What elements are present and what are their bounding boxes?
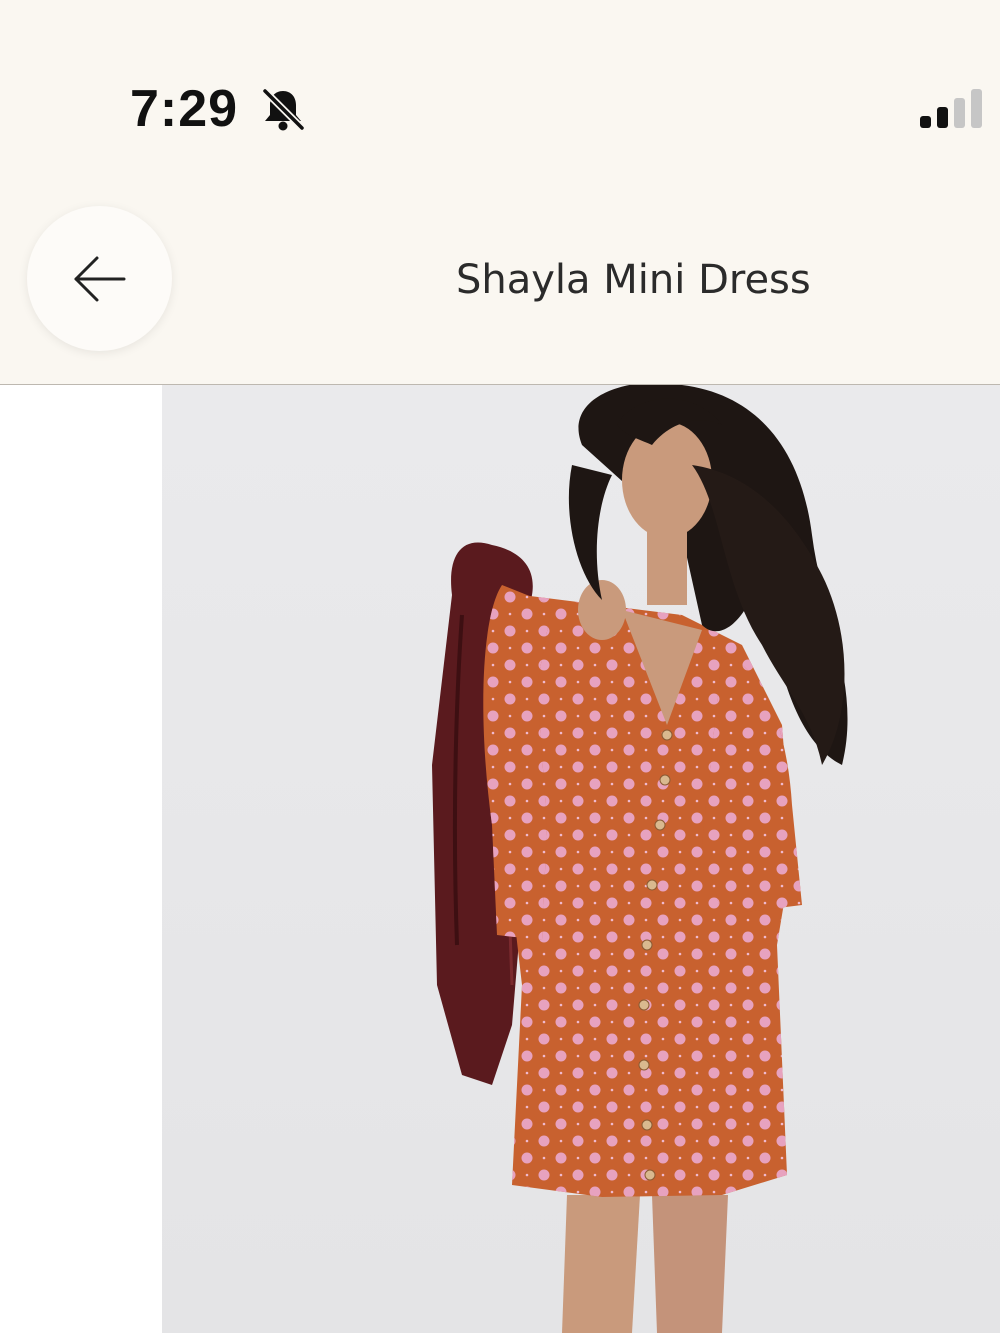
back-button[interactable] [27,206,172,351]
page-title: Shayla Mini Dress [456,257,811,303]
status-time: 7:29 [130,80,239,138]
product-photo[interactable] [162,385,1000,1333]
top-bar: 7:29 Shayla Mini Dress [0,0,1000,385]
bell-slash-icon [258,84,308,134]
cellular-signal-icon [918,86,988,132]
arrow-left-icon [74,256,125,301]
